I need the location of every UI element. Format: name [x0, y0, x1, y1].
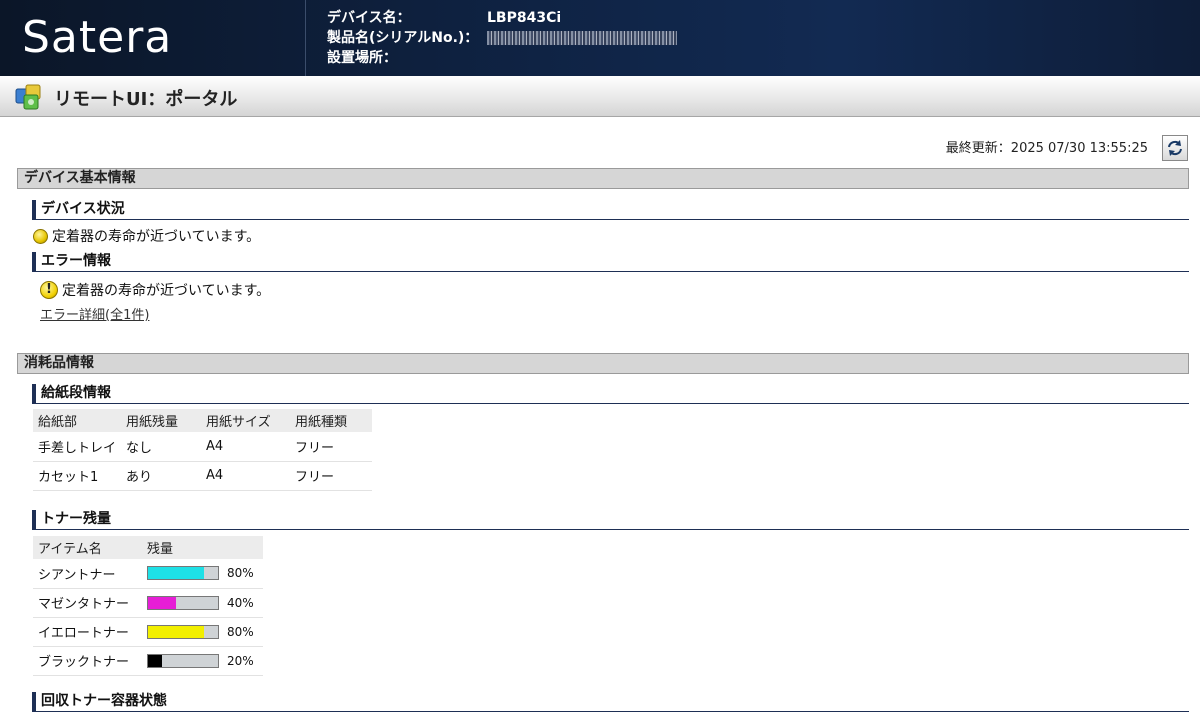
- product-name-label: 製品名(シリアルNo.)：: [327, 30, 479, 46]
- toner-level-bar: [147, 653, 219, 668]
- toner-level-percent: 80%: [227, 624, 254, 639]
- toner-level-bar: [147, 624, 219, 639]
- location-label: 設置場所：: [327, 50, 397, 66]
- device-status-heading: デバイス状況: [32, 200, 1189, 220]
- error-info-heading: エラー情報: [32, 252, 1189, 272]
- page-title: リモートUI：ポータル: [54, 89, 238, 110]
- serial-number-redacted: [487, 31, 677, 45]
- last-updated-text: 最終更新：2025 07/30 13:55:25: [945, 141, 1148, 156]
- toner-level-heading: トナー残量: [32, 510, 1189, 530]
- table-row: ブラックトナー 20%: [33, 646, 263, 676]
- toner-name: シアントナー: [33, 559, 142, 589]
- section-device-basic-info: デバイス基本情報: [17, 168, 1189, 189]
- column-header: 残量: [142, 536, 263, 559]
- column-header: 用紙残量: [121, 409, 201, 432]
- device-info: デバイス名： LBP843Ci 製品名(シリアルNo.)： 設置場所：: [327, 8, 677, 68]
- table-cell: 手差しトレイ: [33, 432, 121, 462]
- toner-level-cell: 80%: [142, 559, 263, 589]
- toner-level-cell: 20%: [142, 646, 263, 676]
- error-info-text: 定着器の寿命が近づいています。: [62, 283, 271, 299]
- toner-level-table: アイテム名 残量 シアントナー 80% マゼンタトナー 40% イエロートナー …: [33, 536, 263, 676]
- paper-source-heading: 給紙段情報: [32, 384, 1189, 404]
- toner-level-cell: 40%: [142, 588, 263, 618]
- status-warning-dot-icon: [33, 228, 48, 244]
- column-header: アイテム名: [33, 536, 142, 559]
- column-header: 給紙部: [33, 409, 121, 432]
- header-divider: [305, 0, 306, 76]
- toner-table-header: アイテム名 残量: [33, 536, 263, 559]
- table-cell: A4: [201, 461, 290, 491]
- table-cell: フリー: [290, 432, 372, 462]
- toner-level-bar: [147, 595, 219, 610]
- toner-name: ブラックトナー: [33, 646, 142, 676]
- table-row: 手差しトレイ なし A4 フリー: [33, 432, 372, 462]
- paper-source-table: 給紙部 用紙残量 用紙サイズ 用紙種類 手差しトレイ なし A4 フリー カセッ…: [33, 409, 372, 491]
- device-status-text: 定着器の寿命が近づいています。: [52, 229, 261, 245]
- column-header: 用紙種類: [290, 409, 372, 432]
- toner-level-fill: [148, 596, 176, 609]
- device-status-line: 定着器の寿命が近づいています。: [33, 226, 260, 246]
- table-row: イエロートナー 80%: [33, 617, 263, 647]
- error-details-link[interactable]: エラー詳細(全1件): [40, 304, 149, 323]
- refresh-button[interactable]: [1162, 135, 1188, 161]
- toner-name: イエロートナー: [33, 617, 142, 647]
- toner-level-bar: [147, 566, 219, 581]
- toner-level-fill: [148, 654, 162, 667]
- error-info-line: ! 定着器の寿命が近づいています。: [40, 280, 270, 300]
- refresh-icon: [1168, 140, 1182, 156]
- column-header: 用紙サイズ: [201, 409, 290, 432]
- device-name-label: デバイス名：: [327, 10, 411, 26]
- toner-level-fill: [148, 567, 204, 580]
- paper-table-header: 給紙部 用紙残量 用紙サイズ 用紙種類: [33, 409, 372, 432]
- table-cell: なし: [121, 432, 201, 462]
- table-row: シアントナー 80%: [33, 559, 263, 589]
- toner-level-percent: 80%: [227, 566, 254, 581]
- toner-level-fill: [148, 625, 204, 638]
- toner-level-percent: 40%: [227, 595, 254, 610]
- table-cell: あり: [121, 461, 201, 491]
- portal-icon: [15, 84, 41, 110]
- waste-toner-heading: 回収トナー容器状態: [32, 692, 1189, 712]
- table-row: マゼンタトナー 40%: [33, 588, 263, 618]
- toner-level-cell: 80%: [142, 617, 263, 647]
- table-cell: フリー: [290, 461, 372, 491]
- exclamation-warning-icon: !: [40, 281, 58, 299]
- portal-title-bar: リモートUI：ポータル: [0, 76, 1200, 117]
- toner-level-percent: 20%: [227, 653, 254, 668]
- device-name-value: LBP843Ci: [487, 10, 562, 26]
- table-cell: カセット1: [33, 461, 121, 491]
- top-header: Satera デバイス名： LBP843Ci 製品名(シリアルNo.)： 設置場…: [0, 0, 1200, 76]
- table-row: カセット1 あり A4 フリー: [33, 461, 372, 491]
- table-cell: A4: [201, 432, 290, 462]
- toner-name: マゼンタトナー: [33, 588, 142, 618]
- section-consumables-info: 消耗品情報: [17, 353, 1189, 374]
- satera-logo: Satera: [22, 12, 173, 63]
